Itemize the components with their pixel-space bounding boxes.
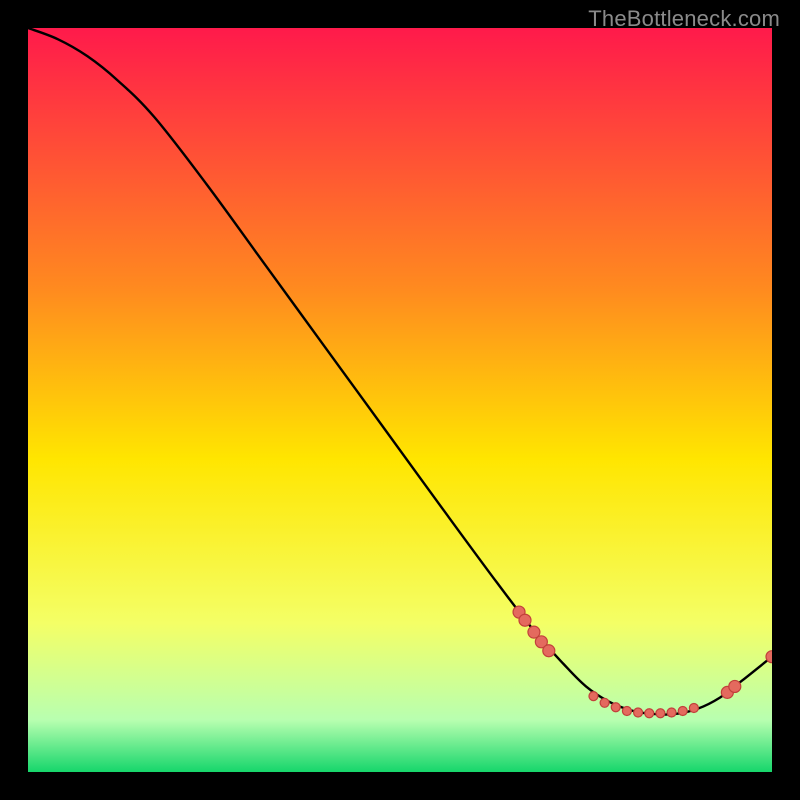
curve-marker [656,709,665,718]
curve-marker [589,692,598,701]
gradient-background [28,28,772,772]
curve-marker [689,704,698,713]
curve-marker [667,708,676,717]
watermark-text: TheBottleneck.com [588,6,780,32]
curve-marker [543,645,555,657]
curve-marker [611,703,620,712]
plot-area [28,28,772,772]
curve-marker [645,709,654,718]
chart-frame: { "watermark": "TheBottleneck.com", "col… [0,0,800,800]
curve-marker [519,614,531,626]
curve-marker [729,680,741,692]
curve-marker [600,698,609,707]
chart-svg [28,28,772,772]
curve-marker [634,708,643,717]
curve-marker [622,706,631,715]
curve-marker [678,706,687,715]
